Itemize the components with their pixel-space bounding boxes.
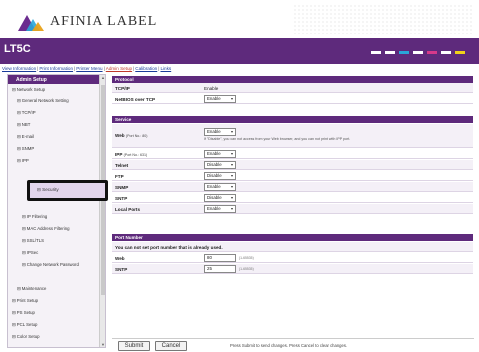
sidebar-item-security-label: ⊟ Security bbox=[37, 187, 59, 192]
row-ipp-service: IPP (Port No.: 631) Enable bbox=[112, 149, 473, 159]
brand-name: AFINIA LABEL bbox=[50, 14, 158, 29]
nav-link-2[interactable]: Printer Menu bbox=[76, 66, 102, 71]
web-port-input[interactable]: 80 bbox=[204, 254, 236, 262]
sidebar-item-ipp[interactable]: ⊟ IPP bbox=[17, 158, 29, 163]
main-panel: Protocol TCP/IP Enable NetBIOS over TCP … bbox=[112, 74, 474, 336]
web-service-select[interactable]: Enable bbox=[204, 128, 236, 136]
model-name: LT5C bbox=[4, 43, 31, 55]
sidebar-item-email[interactable]: ⊟ E-mail bbox=[17, 134, 34, 139]
sidebar: Admin Setup ⊟ Network Setup ⊟ General Ne… bbox=[7, 74, 106, 348]
top-nav: View Information|Print Information|Print… bbox=[0, 64, 479, 74]
title-bar: LT5C bbox=[0, 38, 479, 64]
row-local-ports: Local Ports Enable bbox=[112, 204, 473, 214]
row-port-message: You can not set port number that is alre… bbox=[112, 242, 473, 252]
brand-header: AFINIA LABEL bbox=[0, 0, 479, 38]
nav-separator: | bbox=[103, 66, 105, 71]
scroll-up-icon[interactable]: ▲ bbox=[100, 75, 105, 80]
tcpip-label: TCP/IP bbox=[115, 85, 130, 91]
ftp-select[interactable]: Disable bbox=[204, 172, 236, 180]
sntp-select[interactable]: Disable bbox=[204, 194, 236, 202]
sidebar-item-print-setup[interactable]: ⊟ Print Setup bbox=[12, 298, 38, 303]
netbios-label: NetBIOS over TCP bbox=[115, 96, 156, 102]
telnet-label: Telnet bbox=[115, 162, 129, 168]
submit-button[interactable]: Submit bbox=[118, 341, 150, 351]
local-ports-label: Local Ports bbox=[115, 206, 141, 212]
row-ftp: FTP Disable bbox=[112, 171, 473, 181]
web-port-label: Web bbox=[115, 255, 125, 261]
local-ports-select[interactable]: Enable bbox=[204, 205, 236, 213]
row-telnet: Telnet Disable bbox=[112, 160, 473, 170]
ipp-service-label: IPP (Port No.: 631) bbox=[115, 152, 147, 157]
web-service-label: Web (Port No.: 80) bbox=[115, 133, 147, 138]
footer-bar: Submit Cancel Press Submit to send chang… bbox=[112, 338, 474, 352]
ipp-service-name: IPP bbox=[115, 151, 123, 157]
nav-link-0[interactable]: View Information bbox=[2, 66, 36, 71]
sidebar-item-color-setup[interactable]: ⊟ Color Setup bbox=[12, 334, 40, 339]
ipp-service-port: (Port No.: 631) bbox=[123, 152, 148, 157]
snmp-label: SNMP bbox=[115, 184, 129, 190]
sidebar-item-tcpip[interactable]: ⊟ TCP/IP bbox=[17, 110, 36, 115]
ipp-service-select[interactable]: Enable bbox=[204, 150, 236, 158]
row-sntp-port: SNTP 25 (1-65535) bbox=[112, 264, 473, 274]
web-port-hint: (1-65535) bbox=[239, 255, 254, 260]
row-sntp: SNTP Disable bbox=[112, 193, 473, 203]
sidebar-scrollbar[interactable]: ▲ ▼ bbox=[99, 75, 105, 347]
afinia-logo-icon bbox=[18, 15, 44, 31]
color-dashes bbox=[371, 51, 465, 54]
sntp-label: SNTP bbox=[115, 195, 128, 201]
sidebar-item-change-password[interactable]: ⊟ Change Network Password bbox=[22, 262, 82, 267]
sidebar-item-ps-setup[interactable]: ⊟ PS Setup bbox=[12, 310, 35, 315]
nav-link-4[interactable]: Calibration bbox=[135, 66, 157, 71]
section-protocol-header: Protocol bbox=[112, 76, 473, 83]
nav-link-5[interactable]: Links bbox=[160, 66, 171, 71]
sntp-port-hint: (1-65535) bbox=[239, 266, 254, 271]
sidebar-item-network-setup[interactable]: ⊟ Network Setup bbox=[12, 87, 45, 92]
cancel-button[interactable]: Cancel bbox=[155, 341, 187, 351]
row-tcpip: TCP/IP Enable bbox=[112, 83, 473, 93]
sidebar-item-ipsec[interactable]: ⊟ IPSec bbox=[22, 250, 38, 255]
sidebar-item-pcl-setup[interactable]: ⊟ PCL Setup bbox=[12, 322, 37, 327]
port-number-message: You can not set port number that is alre… bbox=[115, 244, 223, 250]
row-snmp: SNMP Enable bbox=[112, 182, 473, 192]
telnet-select[interactable]: Disable bbox=[204, 161, 236, 169]
decorative-dots bbox=[293, 4, 473, 34]
tcpip-value: Enable bbox=[204, 85, 219, 91]
sntp-port-label: SNTP bbox=[115, 266, 128, 272]
sntp-port-input[interactable]: 25 bbox=[204, 265, 236, 273]
sidebar-item-ssl-tls[interactable]: ⊟ SSL/TLS bbox=[22, 238, 44, 243]
netbios-select[interactable]: Enable bbox=[204, 95, 236, 103]
sidebar-item-snmp[interactable]: ⊟ SNMP bbox=[17, 146, 34, 151]
row-netbios: NetBIOS over TCP Enable bbox=[112, 94, 473, 104]
nav-link-3[interactable]: Admin Setup bbox=[106, 66, 132, 71]
section-service-header: Service bbox=[112, 116, 473, 123]
row-web-port: Web 80 (1-65535) bbox=[112, 253, 473, 263]
sidebar-item-mac-filtering[interactable]: ⊟ MAC Address Filtering bbox=[22, 226, 70, 231]
sidebar-title: Admin Setup bbox=[8, 75, 105, 84]
scroll-down-icon[interactable]: ▼ bbox=[100, 342, 105, 347]
sidebar-item-ip-filtering[interactable]: ⊟ IP Filtering bbox=[22, 214, 47, 219]
sidebar-item-maintenance[interactable]: ⊟ Maintenance bbox=[17, 286, 46, 291]
snmp-select[interactable]: Enable bbox=[204, 183, 236, 191]
ftp-label: FTP bbox=[115, 173, 124, 179]
sidebar-item-security[interactable]: ⊟ Security bbox=[27, 180, 108, 201]
footer-note: Press Submit to send changes. Press Canc… bbox=[230, 343, 348, 348]
sidebar-item-nbt[interactable]: ⊟ NBT bbox=[17, 122, 30, 127]
nav-link-1[interactable]: Print Information bbox=[39, 66, 73, 71]
sidebar-item-general-network[interactable]: ⊟ General Network Setting bbox=[17, 98, 69, 103]
web-service-note: If "Disable", you can not access from yo… bbox=[204, 137, 351, 141]
web-service-name: Web bbox=[115, 133, 125, 138]
web-service-port: (Port No.: 80) bbox=[125, 134, 148, 138]
row-web-service: Web (Port No.: 80) Enable If "Disable", … bbox=[112, 124, 473, 148]
section-port-number-header: Port Number bbox=[112, 234, 473, 241]
